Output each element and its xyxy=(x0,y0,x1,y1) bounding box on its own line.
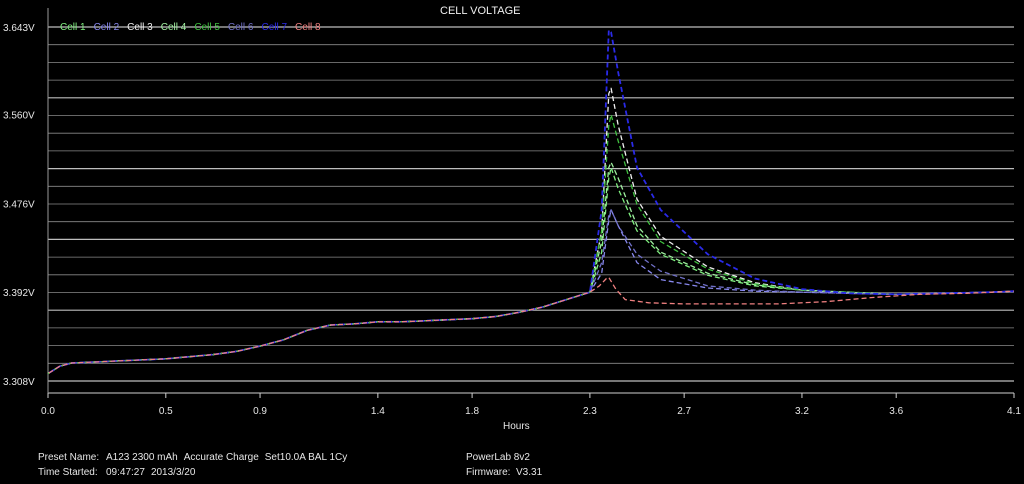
x-tick-label: 0.5 xyxy=(159,406,173,417)
x-tick-label: 1.4 xyxy=(371,406,385,417)
series-line-cell-4 xyxy=(47,161,1015,375)
x-tick-label: 4.1 xyxy=(1007,406,1021,417)
series-line-cell-8 xyxy=(47,276,1015,375)
legend-item-cell-3: Cell 3 xyxy=(127,22,153,33)
time-label: Time Started: xyxy=(38,467,98,478)
footer-info-right: PowerLab 8v2 Firmware: V3.31 xyxy=(466,450,542,480)
legend-item-cell-2: Cell 2 xyxy=(93,22,120,33)
y-tick-labels: 3.308V 3.392V 3.476V 3.560V 3.643V xyxy=(3,23,35,388)
y-tick-label: 3.643V xyxy=(3,23,35,34)
x-tick-label: 3.2 xyxy=(795,406,809,417)
x-tick-label: 0.0 xyxy=(41,406,55,417)
x-tick-label: 2.7 xyxy=(677,406,691,417)
firmware-value: V3.31 xyxy=(516,467,543,478)
settings-value: Set10.0A BAL 1Cy xyxy=(264,452,348,463)
x-tick-label: 0.9 xyxy=(253,406,267,417)
x-tick-label: 1.8 xyxy=(465,406,479,417)
axes xyxy=(47,8,1014,394)
x-axis-label: Hours xyxy=(503,421,530,432)
time-value: 09:47:27 xyxy=(106,467,145,478)
x-tick-label: 3.6 xyxy=(889,406,903,417)
series-lines xyxy=(47,29,1015,375)
legend-item-cell-4: Cell 4 xyxy=(160,22,187,33)
series-line-cell-7 xyxy=(47,29,1015,375)
series-line-cell-2 xyxy=(47,209,1015,375)
y-tick-label: 3.308V xyxy=(3,377,35,388)
y-tick-label: 3.560V xyxy=(3,111,35,122)
series-line-cell-3 xyxy=(47,87,1015,375)
date-value: 2013/3/20 xyxy=(150,467,196,478)
mode-value: Accurate Charge xyxy=(183,452,259,463)
y-tick-label: 3.476V xyxy=(3,199,35,210)
firmware-label: Firmware: xyxy=(466,467,511,478)
footer-info-left: Preset Name: A123 2300 mAh Accurate Char… xyxy=(38,450,347,480)
chart-title: CELL VOLTAGE xyxy=(440,5,521,17)
x-tick-labels: 0.0 0.5 0.9 1.4 1.8 2.3 2.7 3.2 3.6 4.1 xyxy=(41,393,1021,417)
preset-label: Preset Name: xyxy=(38,452,100,463)
x-tick-label: 2.3 xyxy=(583,406,597,417)
legend-item-cell-6: Cell 6 xyxy=(227,22,254,33)
preset-value: A123 2300 mAh xyxy=(106,452,178,463)
chart-legend: Cell 1 Cell 2 Cell 3 Cell 4 Cell 5 Cell 6 Cell… xyxy=(60,22,321,33)
legend-item-cell-1: Cell 1 xyxy=(60,22,86,33)
legend-item-cell-8: Cell 8 xyxy=(295,22,321,33)
grid-lines xyxy=(48,26,1014,382)
series-line-cell-5 xyxy=(47,114,1015,375)
series-line-cell-1 xyxy=(47,166,1015,375)
y-tick-label: 3.392V xyxy=(3,288,35,299)
legend-item-cell-5: Cell 5 xyxy=(194,22,220,33)
chart-canvas: 3.308V 3.392V 3.476V 3.560V 3.643V 0.0 0.5 0.9… xyxy=(3,8,1021,417)
series-line-cell-6 xyxy=(47,209,1015,375)
legend-item-cell-7: Cell 7 xyxy=(261,22,288,33)
device-value: PowerLab 8v2 xyxy=(466,452,530,463)
